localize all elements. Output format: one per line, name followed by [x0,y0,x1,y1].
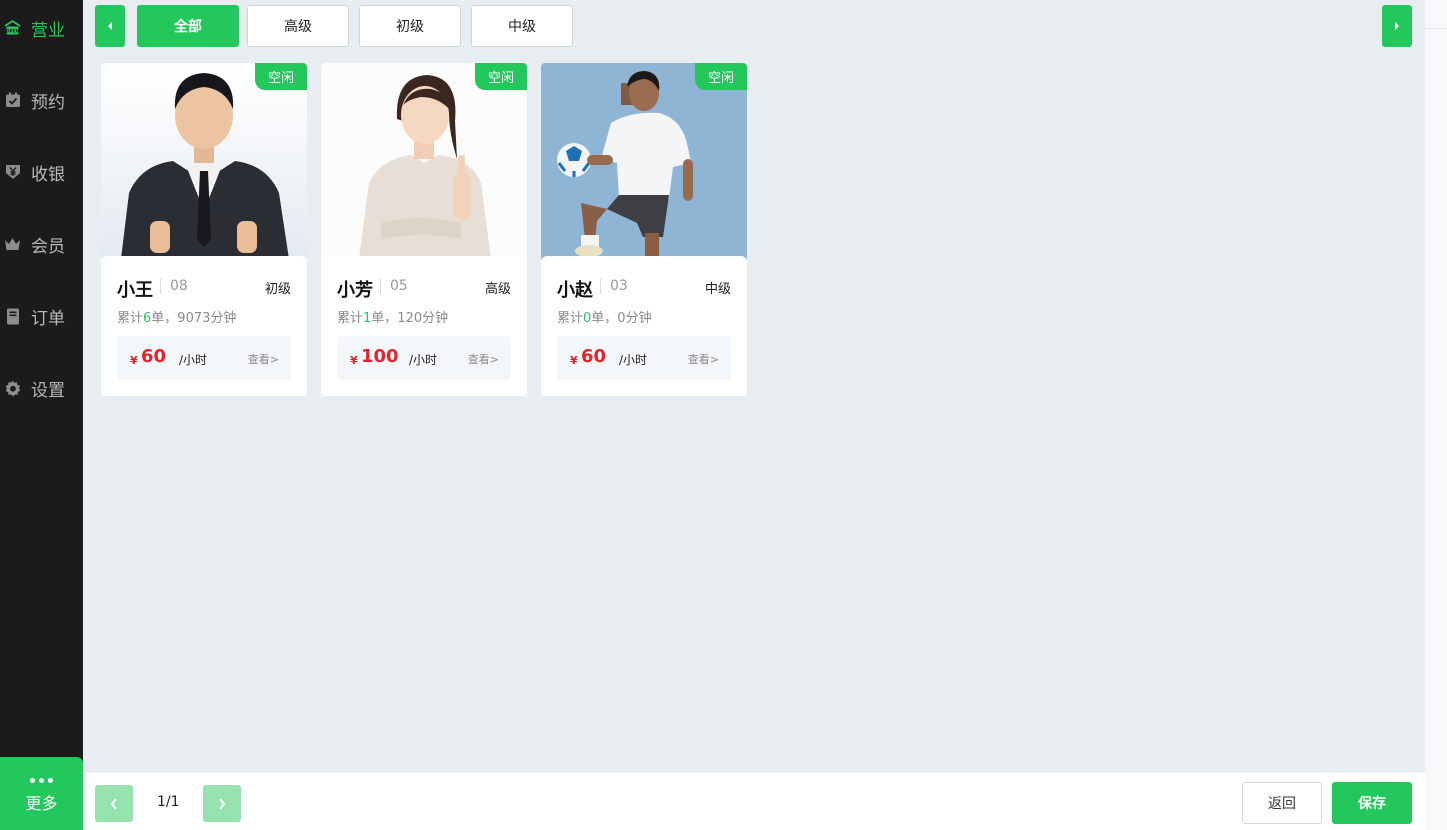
sidebar-item-label: 订单 [31,308,65,329]
next-page-button[interactable] [203,785,241,822]
staff-photo [321,63,527,259]
sidebar-item-business[interactable]: OPEN 营业 [0,0,83,61]
price-value: 60 [141,346,167,367]
tabs-next-button[interactable] [1382,5,1412,47]
divider [380,278,381,294]
price-box: ¥ 60 /小时 查看> [557,336,731,380]
more-label: 更多 [25,793,58,813]
more-button[interactable]: 更多 [0,757,83,830]
view-link[interactable]: 查看> [688,351,719,367]
tab-intermediate[interactable]: 中级 [471,5,573,47]
divider [600,278,601,294]
tab-all[interactable]: 全部 [137,5,239,47]
tab-junior[interactable]: 初级 [359,5,461,47]
crown-icon [4,236,21,253]
order-book-icon [4,308,21,325]
more-dots-icon [30,777,53,783]
price-unit: /小时 [409,353,438,367]
view-link[interactable]: 查看> [248,351,279,367]
staff-photo [101,63,307,259]
status-badge: 空闲 [255,63,307,90]
sidebar-item-label: 预约 [31,92,65,113]
prev-page-button[interactable] [95,785,133,822]
staff-name: 小王 [117,280,153,301]
open-shop-icon: OPEN [4,20,21,37]
price-box: ¥ 100 /小时 查看> [337,336,511,380]
stats-prefix: 累计 [117,311,144,326]
price-unit: /小时 [179,353,208,367]
stats-suffix: 单，120分钟 [371,311,449,326]
sidebar-item-orders[interactable]: 订单 [0,283,83,349]
currency-symbol: ¥ [350,354,358,367]
gear-icon [4,380,21,397]
sidebar-item-booking[interactable]: 预约 [0,67,83,133]
staff-level: 中级 [704,282,731,297]
staff-photo [541,63,747,259]
svg-text:OPEN: OPEN [6,29,19,34]
price-unit: /小时 [619,353,648,367]
caret-left-icon [108,22,112,30]
staff-card[interactable]: 空闲 小王 08 初级 累计6单，9073分钟 ¥ 60 /小时 查看> [101,63,307,396]
cashier-yen-icon [4,164,21,181]
status-badge: 空闲 [475,63,527,90]
stats-suffix: 单，9073分钟 [151,311,237,326]
card-body: 小王 08 初级 累计6单，9073分钟 ¥ 60 /小时 查看> [101,256,307,396]
stats-prefix: 累计 [337,311,364,326]
back-button[interactable]: 返回 [1242,782,1322,824]
right-edge-panel [1425,0,1447,830]
sidebar-item-cashier[interactable]: 收银 [0,139,83,205]
sidebar-item-settings[interactable]: 设置 [0,355,83,421]
sidebar: OPEN 营业 预约 收银 会员 订单 设置 更多 [0,0,83,830]
staff-number: 03 [610,278,628,294]
staff-card[interactable]: 空闲 小芳 05 高级 累计1单，120分钟 ¥ 100 /小时 查看> [321,63,527,396]
card-body: 小赵 03 中级 累计0单，0分钟 ¥ 60 /小时 查看> [541,256,747,396]
status-badge: 空闲 [695,63,747,90]
sidebar-item-label: 收银 [31,164,65,185]
sidebar-item-label: 设置 [31,380,65,401]
chevron-left-icon [110,797,117,810]
sidebar-item-label: 营业 [31,20,65,41]
price-value: 60 [581,346,607,367]
page-indicator: 1/1 [157,794,180,810]
staff-stats: 累计6单，9073分钟 [117,307,236,326]
price-box: ¥ 60 /小时 查看> [117,336,291,380]
sidebar-item-members[interactable]: 会员 [0,211,83,277]
staff-number: 08 [170,278,188,294]
caret-right-icon [1395,22,1399,30]
staff-number: 05 [390,278,408,294]
staff-stats: 累计1单，120分钟 [337,307,448,326]
tab-senior[interactable]: 高级 [247,5,349,47]
chevron-right-icon [219,797,226,810]
staff-level: 高级 [484,282,511,297]
stats-suffix: 单，0分钟 [591,311,652,326]
currency-symbol: ¥ [570,354,578,367]
calendar-check-icon [4,92,21,109]
sidebar-item-label: 会员 [31,236,65,257]
view-link[interactable]: 查看> [468,351,499,367]
staff-name: 小赵 [557,280,593,301]
divider [160,278,161,294]
tabs-prev-button[interactable] [95,5,125,47]
staff-level: 初级 [264,282,291,297]
stats-prefix: 累计 [557,311,584,326]
currency-symbol: ¥ [130,354,138,367]
card-body: 小芳 05 高级 累计1单，120分钟 ¥ 100 /小时 查看> [321,256,527,396]
staff-stats: 累计0单，0分钟 [557,307,652,326]
price-value: 100 [361,346,399,367]
staff-card[interactable]: 空闲 小赵 03 中级 累计0单，0分钟 ¥ 60 /小时 查看> [541,63,747,396]
footer-bar: 1/1 返回 保存 [83,772,1425,830]
save-button[interactable]: 保存 [1332,782,1412,824]
staff-name: 小芳 [337,280,373,301]
